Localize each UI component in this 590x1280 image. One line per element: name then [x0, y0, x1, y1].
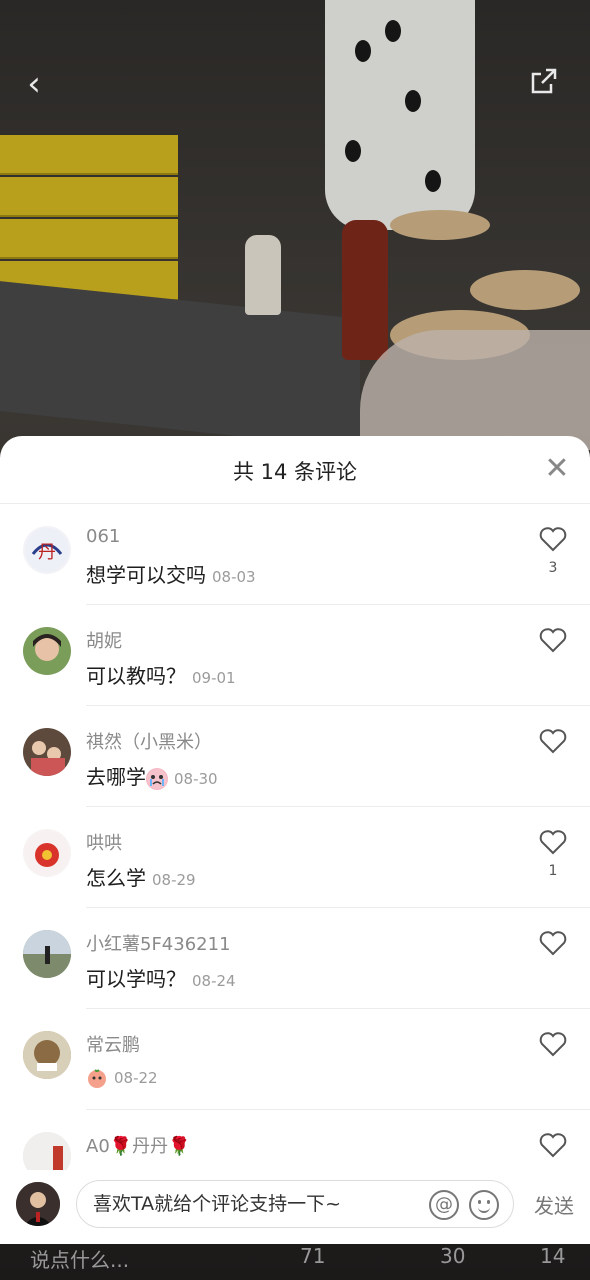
pizza	[470, 270, 580, 310]
avatar[interactable]	[23, 1031, 71, 1079]
emoji-icon[interactable]	[469, 1190, 499, 1220]
svg-text:丹: 丹	[38, 542, 56, 563]
heart-icon[interactable]	[538, 928, 568, 958]
crying-face-emoji	[146, 767, 168, 790]
heart-icon[interactable]	[538, 1130, 568, 1160]
comment-date: 09-01	[192, 669, 236, 687]
like-count: 1	[548, 863, 558, 879]
star-count[interactable]: 30	[440, 1244, 465, 1268]
metal-tray	[0, 281, 360, 449]
heart-icon[interactable]	[538, 524, 568, 554]
avatar[interactable]: 丹	[23, 526, 71, 574]
avatar[interactable]	[23, 627, 71, 675]
heart-icon[interactable]	[538, 1029, 568, 1059]
bottle	[245, 235, 281, 315]
peach-emoji	[86, 1067, 108, 1089]
heart-icon[interactable]	[538, 726, 568, 756]
comment-author[interactable]: 061	[86, 526, 120, 547]
comment-text: 可以教吗？ 09-01	[86, 664, 236, 688]
comment-text: 08-22	[86, 1064, 158, 1089]
bottom-action-bar: 说点什么... 71 30 14	[0, 1244, 590, 1280]
pizza-boxes	[0, 135, 180, 305]
sheet-header: 共 14 条评论 ✕	[0, 436, 590, 504]
send-button[interactable]: 发送	[534, 1190, 574, 1219]
comment-input-bar: @ 发送	[0, 1170, 590, 1244]
comment-author[interactable]: 胡妮	[86, 627, 122, 653]
comment-item: 常云鹏 08-22	[0, 1009, 590, 1110]
comment-text: 怎么学 08-29	[86, 866, 196, 890]
comment-item: 哄哄 怎么学 08-29 1	[0, 807, 590, 908]
comment-item: 胡妮 可以教吗？ 09-01	[0, 605, 590, 706]
comment-input-box[interactable]: @	[76, 1180, 514, 1228]
like-count: 3	[548, 560, 558, 576]
comment-text: 去哪学 08-30	[86, 765, 218, 790]
comment-date: 08-03	[212, 568, 256, 586]
comment-date: 08-24	[192, 972, 236, 990]
comment-text: 可以学吗？ 08-24	[86, 967, 236, 991]
at-mention-icon[interactable]: @	[429, 1190, 459, 1220]
heart-icon[interactable]	[538, 625, 568, 655]
comment-item: 小红薯5F436211 可以学吗？ 08-24	[0, 908, 590, 1009]
comment-author[interactable]: 哄哄	[86, 829, 122, 855]
comment-date: 08-29	[152, 871, 196, 889]
comment-author[interactable]: A0🌹丹丹🌹	[86, 1132, 191, 1158]
comment-list[interactable]: 丹 061 想学可以交吗 08-03 3 胡妮 可以教吗？ 09-01 祺然（小黑米…	[0, 504, 590, 1170]
background-person	[325, 0, 475, 230]
avatar[interactable]	[23, 829, 71, 877]
comment-date: 08-22	[114, 1069, 158, 1087]
close-icon[interactable]: ✕	[542, 454, 572, 484]
comment-author[interactable]: 小红薯5F436211	[86, 930, 231, 956]
heart-icon[interactable]	[538, 827, 568, 857]
comment-input[interactable]	[93, 1181, 423, 1227]
comment-author[interactable]: 常云鹏	[86, 1031, 140, 1057]
comment-sheet: 共 14 条评论 ✕ 丹 061 想学可以交吗 08-03 3 胡妮 可以教吗？ 0…	[0, 436, 590, 1244]
comment-item: 丹 061 想学可以交吗 08-03 3	[0, 504, 590, 605]
comment-date: 08-30	[174, 770, 218, 788]
like-count[interactable]: 71	[300, 1244, 325, 1268]
sheet-title: 共 14 条评论	[232, 460, 358, 484]
comment-count[interactable]: 14	[540, 1244, 565, 1268]
gloved-hand	[360, 330, 590, 450]
avatar[interactable]	[23, 930, 71, 978]
comment-item: A0🌹丹丹🌹	[0, 1110, 590, 1170]
avatar[interactable]	[23, 1132, 71, 1170]
my-avatar[interactable]	[16, 1182, 60, 1226]
comment-item: 祺然（小黑米） 去哪学 08-30	[0, 706, 590, 807]
back-icon[interactable]: ‹	[16, 66, 52, 102]
sauce-bottle	[342, 220, 388, 360]
say-something-input[interactable]: 说点什么...	[30, 1244, 129, 1273]
pizza	[390, 210, 490, 240]
share-icon[interactable]	[526, 66, 562, 102]
avatar[interactable]	[23, 728, 71, 776]
comment-author[interactable]: 祺然（小黑米）	[86, 728, 212, 754]
comment-text: 想学可以交吗 08-03	[86, 563, 256, 587]
